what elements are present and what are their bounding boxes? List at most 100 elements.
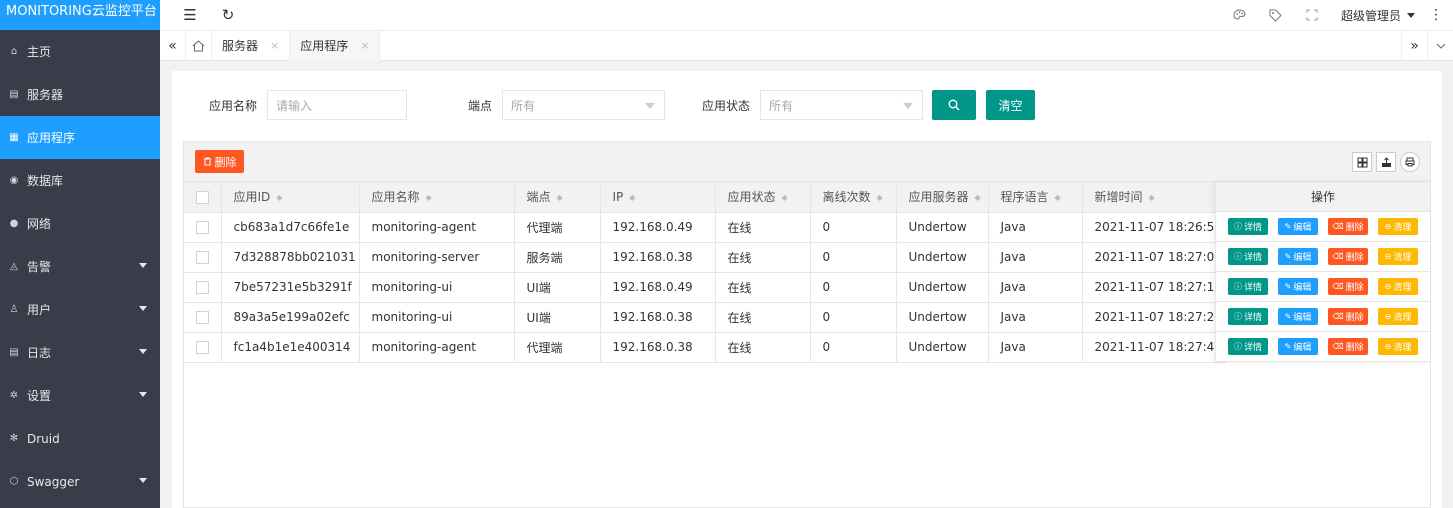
row-checkbox[interactable] bbox=[196, 221, 209, 234]
chevron-down-icon[interactable] bbox=[139, 349, 147, 354]
chevron-down-icon[interactable] bbox=[139, 263, 147, 268]
detail-button[interactable]: ⓘ 详情 bbox=[1228, 338, 1268, 355]
column-header[interactable]: IP ◆ bbox=[600, 182, 716, 213]
delete-button[interactable]: ⌫ 删除 bbox=[1328, 338, 1368, 355]
table-row[interactable]: cb683a1d7c66fe1e monitoring-agent 代理端 192.1… bbox=[184, 212, 1226, 243]
sort-icon[interactable]: ◆ bbox=[557, 193, 563, 202]
sidebar-item-app[interactable]: ▦ 应用程序 bbox=[0, 116, 160, 159]
sidebar-item-database[interactable]: ◉ 数据库 bbox=[0, 159, 160, 202]
chevron-down-icon[interactable] bbox=[139, 306, 147, 311]
close-icon[interactable]: × bbox=[360, 39, 369, 52]
clean-button[interactable]: ⊖ 清理 bbox=[1378, 218, 1418, 235]
column-header[interactable]: 应用状态 ◆ bbox=[715, 182, 811, 213]
columns-filter-icon[interactable] bbox=[1352, 152, 1372, 172]
column-header[interactable]: 端点 ◆ bbox=[514, 182, 601, 213]
sort-icon[interactable]: ◆ bbox=[1055, 193, 1061, 202]
chevron-down-icon[interactable] bbox=[139, 392, 147, 397]
user-menu[interactable]: 超级管理员 bbox=[1341, 7, 1401, 24]
row-checkbox[interactable] bbox=[196, 281, 209, 294]
table-row[interactable]: fc1a4b1e1e400314 monitoring-agent 代理端 192.1… bbox=[184, 332, 1226, 363]
delete-button[interactable]: ⌫ 删除 bbox=[1328, 308, 1368, 325]
row-checkbox[interactable] bbox=[196, 341, 209, 354]
detail-button[interactable]: ⓘ 详情 bbox=[1228, 278, 1268, 295]
tabs-dropdown-icon[interactable] bbox=[1427, 31, 1453, 61]
search-button[interactable] bbox=[932, 90, 976, 120]
tab-applications[interactable]: 应用程序 × bbox=[290, 30, 381, 61]
refresh-icon[interactable]: ↻ bbox=[220, 6, 236, 24]
detail-button[interactable]: ⓘ 详情 bbox=[1228, 308, 1268, 325]
export-icon[interactable] bbox=[1376, 152, 1396, 172]
column-header[interactable]: 应用名称 ◆ bbox=[359, 182, 515, 213]
table-row[interactable]: 89a3a5e199a02efc monitoring-ui UI端 192.168.… bbox=[184, 302, 1226, 333]
tab-servers[interactable]: 服务器 × bbox=[212, 30, 291, 61]
column-header[interactable]: 应用ID ◆ bbox=[221, 182, 360, 213]
delete-button[interactable]: ⌫ 删除 bbox=[1328, 218, 1368, 235]
button-label: 编辑 bbox=[1293, 343, 1312, 353]
sidebar-item-gear[interactable]: ✲ 设置 bbox=[0, 374, 160, 417]
clean-button[interactable]: ⊖ 清理 bbox=[1378, 248, 1418, 265]
edit-button[interactable]: ✎ 编辑 bbox=[1278, 218, 1318, 235]
menu-toggle-icon[interactable]: ☰ bbox=[182, 6, 198, 24]
status-select[interactable]: 所有 bbox=[760, 90, 923, 120]
clean-button[interactable]: ⊖ 清理 bbox=[1378, 278, 1418, 295]
sidebar-item-network[interactable]: ● 网络 bbox=[0, 202, 160, 245]
edit-button[interactable]: ✎ 编辑 bbox=[1278, 308, 1318, 325]
app-name-input[interactable]: 请输入 bbox=[267, 90, 407, 120]
sort-icon[interactable]: ◆ bbox=[629, 193, 635, 202]
select-all-checkbox[interactable] bbox=[196, 190, 209, 204]
info-icon: ⓘ bbox=[1233, 252, 1242, 261]
column-header[interactable]: 新增时间 ◆ bbox=[1082, 182, 1226, 213]
table-row[interactable]: 7be57231e5b3291f monitoring-ui UI端 192.168.… bbox=[184, 272, 1226, 303]
sidebar-item-bell[interactable]: ◬ 告警 bbox=[0, 245, 160, 288]
tabs-scroll-left-icon[interactable]: « bbox=[160, 30, 186, 61]
trash-icon: ⌫ bbox=[1332, 252, 1344, 261]
clean-button[interactable]: ⊖ 清理 bbox=[1378, 338, 1418, 355]
clean-button[interactable]: ⊖ 清理 bbox=[1378, 308, 1418, 325]
close-icon[interactable]: × bbox=[270, 39, 279, 52]
clear-button[interactable]: 清空 bbox=[986, 90, 1035, 120]
sidebar-item-home[interactable]: ⌂ 主页 bbox=[0, 30, 160, 73]
print-icon[interactable] bbox=[1400, 152, 1420, 172]
delete-button[interactable]: ⌫ 删除 bbox=[1328, 278, 1368, 295]
edit-button[interactable]: ✎ 编辑 bbox=[1278, 278, 1318, 295]
row-checkbox[interactable] bbox=[196, 311, 209, 324]
button-label: 删除 bbox=[1345, 253, 1364, 263]
fullscreen-icon[interactable] bbox=[1305, 8, 1319, 22]
chevron-down-icon[interactable] bbox=[139, 478, 147, 483]
sort-icon[interactable]: ◆ bbox=[782, 193, 788, 202]
app-logo[interactable]: MONITORING云监控平台 bbox=[0, 0, 160, 30]
sort-icon[interactable]: ◆ bbox=[276, 193, 282, 202]
table-row[interactable]: 7d328878bb021031 monitoring-server 服务端 192.… bbox=[184, 242, 1226, 273]
column-header[interactable]: 应用服务器 ◆ bbox=[896, 182, 989, 213]
tag-icon[interactable] bbox=[1269, 8, 1283, 22]
sidebar-item-swagger[interactable]: ⬡ Swagger bbox=[0, 460, 160, 503]
sidebar-item-server[interactable]: ▤ 服务器 bbox=[0, 73, 160, 116]
sort-icon[interactable]: ◆ bbox=[426, 193, 432, 202]
row-checkbox[interactable] bbox=[196, 251, 209, 264]
tabs-scroll-right-icon[interactable]: » bbox=[1401, 31, 1427, 61]
operations-row: ⓘ 详情 ✎ 编辑 ⌫ 删除 ⊖ 清理 bbox=[1216, 272, 1430, 302]
batch-delete-button[interactable]: 删除 bbox=[195, 150, 244, 173]
sort-icon[interactable]: ◆ bbox=[1149, 193, 1155, 202]
sidebar-item-label: 告警 bbox=[27, 260, 52, 274]
edit-button[interactable]: ✎ 编辑 bbox=[1278, 338, 1318, 355]
sidebar-item-druid[interactable]: ✻ Druid bbox=[0, 417, 160, 460]
detail-button[interactable]: ⓘ 详情 bbox=[1228, 248, 1268, 265]
column-header[interactable]: 程序语言 ◆ bbox=[988, 182, 1083, 213]
detail-button[interactable]: ⓘ 详情 bbox=[1228, 218, 1268, 235]
sort-icon[interactable]: ◆ bbox=[877, 193, 883, 202]
user-caret-icon[interactable] bbox=[1407, 12, 1415, 18]
sidebar-item-label: 应用程序 bbox=[27, 131, 76, 145]
home-tab-icon[interactable] bbox=[186, 30, 212, 61]
endpoint-select[interactable]: 所有 bbox=[502, 90, 665, 120]
bell-icon: ◬ bbox=[10, 261, 18, 272]
column-header[interactable]: 离线次数 ◆ bbox=[810, 182, 897, 213]
edit-button[interactable]: ✎ 编辑 bbox=[1278, 248, 1318, 265]
theme-icon[interactable] bbox=[1233, 8, 1247, 22]
sidebar-item-user[interactable]: ♙ 用户 bbox=[0, 288, 160, 331]
main-content: 应用名称 请输入 端点 所有 应用状态 所有 清空 删除 应用ID ◆ 应用名称… bbox=[172, 71, 1442, 508]
more-icon[interactable]: ⋮ bbox=[1429, 7, 1443, 23]
sort-icon[interactable]: ◆ bbox=[975, 193, 981, 202]
delete-button[interactable]: ⌫ 删除 bbox=[1328, 248, 1368, 265]
sidebar-item-log[interactable]: ▤ 日志 bbox=[0, 331, 160, 374]
